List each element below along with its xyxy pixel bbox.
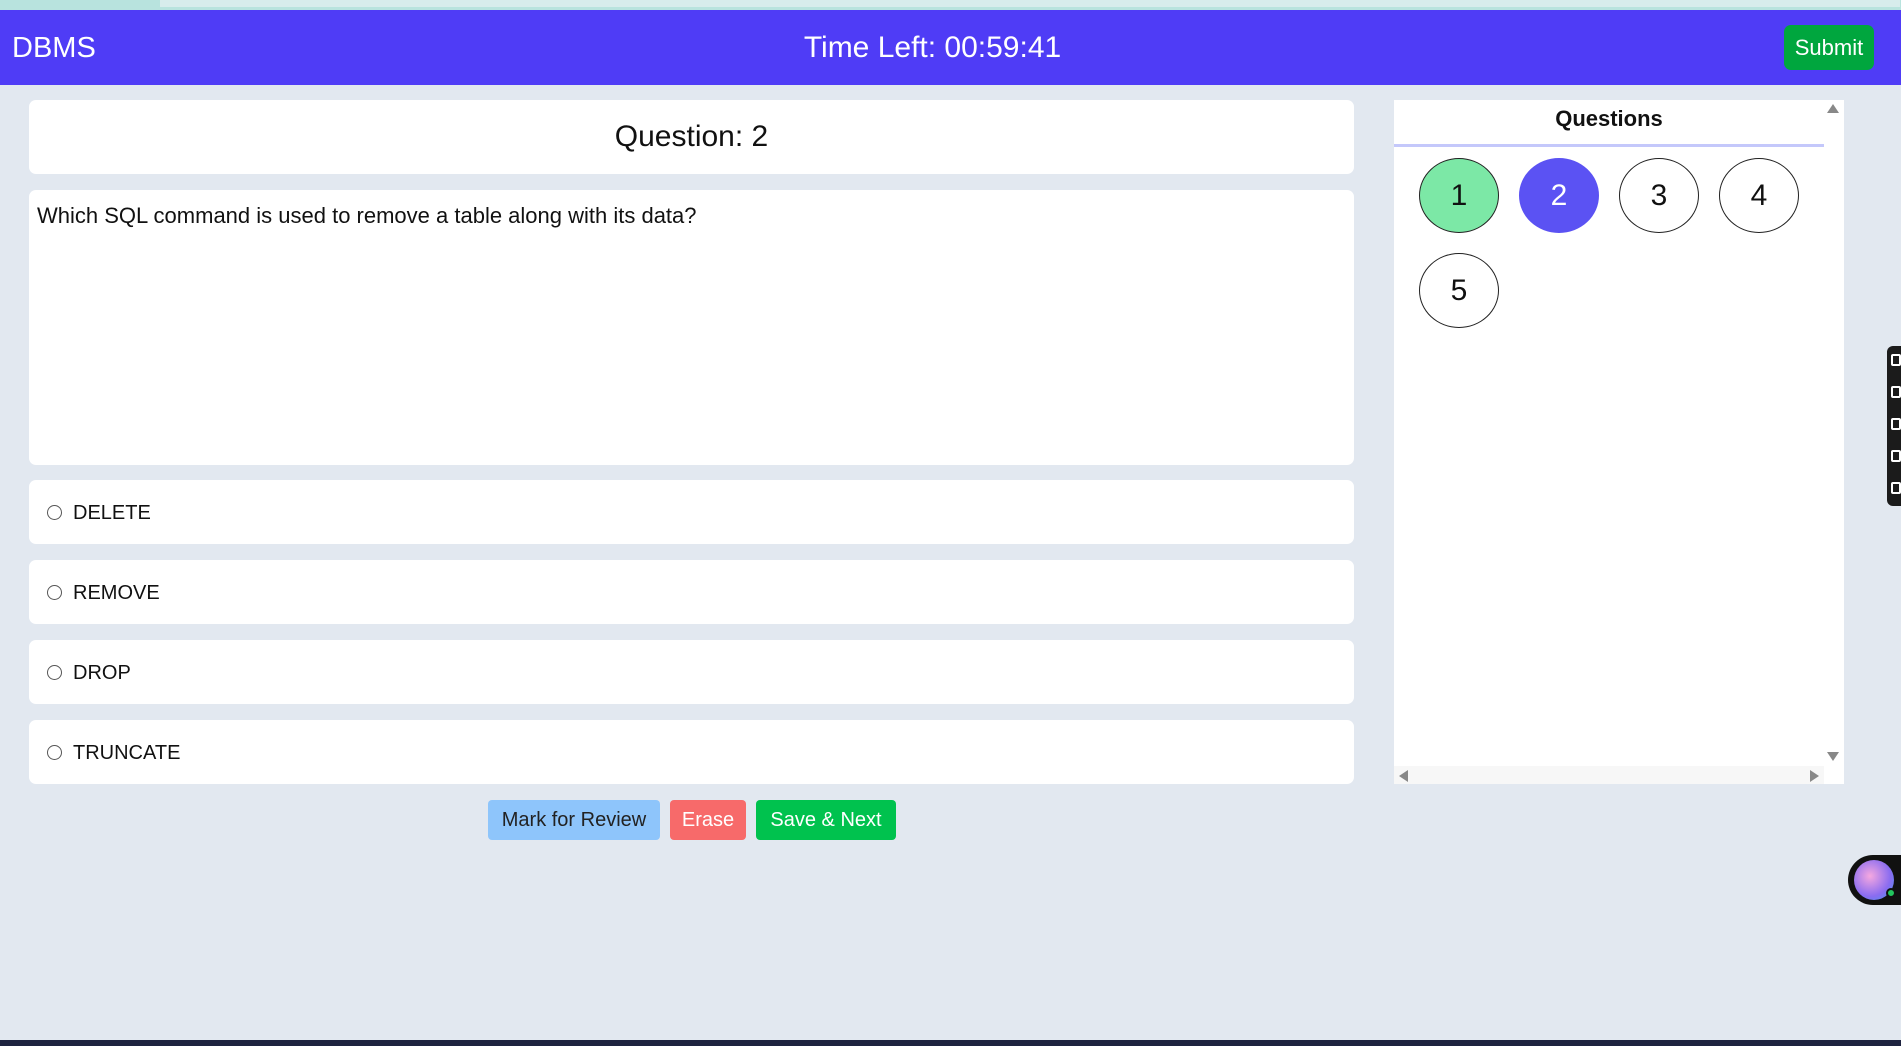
bottom-strip <box>0 1040 1901 1046</box>
assistant-avatar-button[interactable] <box>1848 855 1901 905</box>
option-label: TRUNCATE <box>73 742 181 764</box>
scroll-down-arrow-icon[interactable] <box>1827 752 1839 761</box>
gear-icon[interactable] <box>1891 482 1901 494</box>
square-icon[interactable] <box>1891 418 1901 430</box>
scroll-left-arrow-icon[interactable] <box>1399 770 1408 782</box>
question-text-card: Which SQL command is used to remove a ta… <box>29 190 1354 465</box>
question-number-2[interactable]: 2 <box>1519 158 1599 233</box>
question-number-5[interactable]: 5 <box>1419 253 1499 328</box>
erase-button[interactable]: Erase <box>670 800 746 840</box>
header-bar: DBMS Time Left: 00:59:41 Submit <box>0 10 1901 85</box>
mark-for-review-button[interactable]: Mark for Review <box>488 800 660 840</box>
option-label: REMOVE <box>73 582 160 604</box>
copy-icon[interactable] <box>1891 450 1901 462</box>
option-radio[interactable] <box>47 665 62 680</box>
option-label: DROP <box>73 662 131 684</box>
submit-button[interactable]: Submit <box>1784 25 1874 70</box>
question-palette: Questions 1 2 3 4 5 <box>1394 100 1844 784</box>
option-drop[interactable]: DROP <box>29 640 1354 704</box>
question-number-1[interactable]: 1 <box>1419 158 1499 233</box>
option-label: DELETE <box>73 502 151 524</box>
extension-side-toolbar[interactable] <box>1887 346 1901 506</box>
question-text: Which SQL command is used to remove a ta… <box>37 203 697 228</box>
question-number-4[interactable]: 4 <box>1719 158 1799 233</box>
scroll-up-arrow-icon[interactable] <box>1827 104 1839 113</box>
option-radio[interactable] <box>47 505 62 520</box>
horizontal-scrollbar[interactable] <box>1394 766 1824 784</box>
option-truncate[interactable]: TRUNCATE <box>29 720 1354 784</box>
option-radio[interactable] <box>47 745 62 760</box>
question-title-card: Question: 2 <box>29 100 1354 174</box>
camera-icon[interactable] <box>1891 386 1901 398</box>
scroll-right-arrow-icon[interactable] <box>1810 770 1819 782</box>
question-palette-title: Questions <box>1394 100 1824 147</box>
time-left: Time Left: 00:59:41 <box>803 31 1062 64</box>
question-number-3[interactable]: 3 <box>1619 158 1699 233</box>
browser-top-strip <box>0 0 1901 10</box>
option-radio[interactable] <box>47 585 62 600</box>
save-and-next-button[interactable]: Save & Next <box>756 800 896 840</box>
option-remove[interactable]: REMOVE <box>29 560 1354 624</box>
question-title: Question: 2 <box>614 120 769 153</box>
option-delete[interactable]: DELETE <box>29 480 1354 544</box>
link-icon[interactable] <box>1891 354 1901 366</box>
online-status-icon <box>1886 888 1896 898</box>
